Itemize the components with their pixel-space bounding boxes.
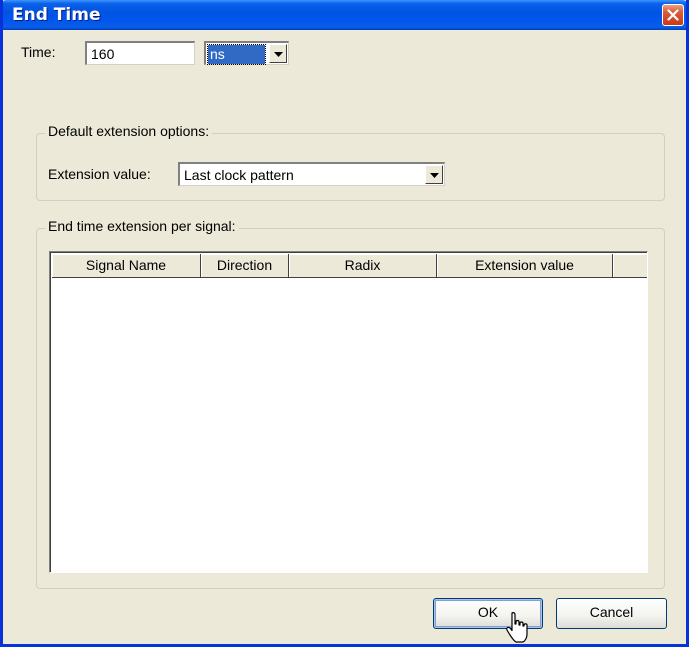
column-filler xyxy=(613,254,647,278)
column-direction[interactable]: Direction xyxy=(201,254,289,278)
signal-list-header: Signal Name Direction Radix Extension va… xyxy=(52,254,647,278)
time-label: Time: xyxy=(21,44,56,60)
time-unit-select[interactable]: ns xyxy=(204,41,289,65)
cancel-button[interactable]: Cancel xyxy=(556,598,667,629)
time-value: 160 xyxy=(91,46,115,62)
time-unit-dropdown-button[interactable] xyxy=(269,44,287,63)
default-extension-group-label: Default extension options: xyxy=(45,123,213,139)
chevron-down-icon xyxy=(274,52,283,57)
extension-value-selected: Last clock pattern xyxy=(184,167,294,183)
window-title: End Time xyxy=(12,5,101,25)
column-extension-value[interactable]: Extension value xyxy=(437,254,613,278)
column-radix[interactable]: Radix xyxy=(289,254,437,278)
title-bar[interactable]: End Time xyxy=(3,0,686,30)
column-signal-name[interactable]: Signal Name xyxy=(52,254,201,278)
end-time-dialog: End Time Time: 160 ns Default extension … xyxy=(0,0,689,647)
extension-value-dropdown-button[interactable] xyxy=(425,165,443,184)
close-icon xyxy=(667,9,679,21)
time-unit-value: ns xyxy=(207,44,266,65)
extension-value-select[interactable]: Last clock pattern xyxy=(178,162,445,186)
time-input[interactable]: 160 xyxy=(85,41,195,65)
signal-list[interactable]: Signal Name Direction Radix Extension va… xyxy=(49,251,648,573)
chevron-down-icon xyxy=(430,173,439,178)
close-button[interactable] xyxy=(662,4,684,26)
per-signal-group-label: End time extension per signal: xyxy=(45,218,239,234)
mouse-pointer-icon xyxy=(506,612,528,643)
extension-value-label: Extension value: xyxy=(48,166,151,182)
